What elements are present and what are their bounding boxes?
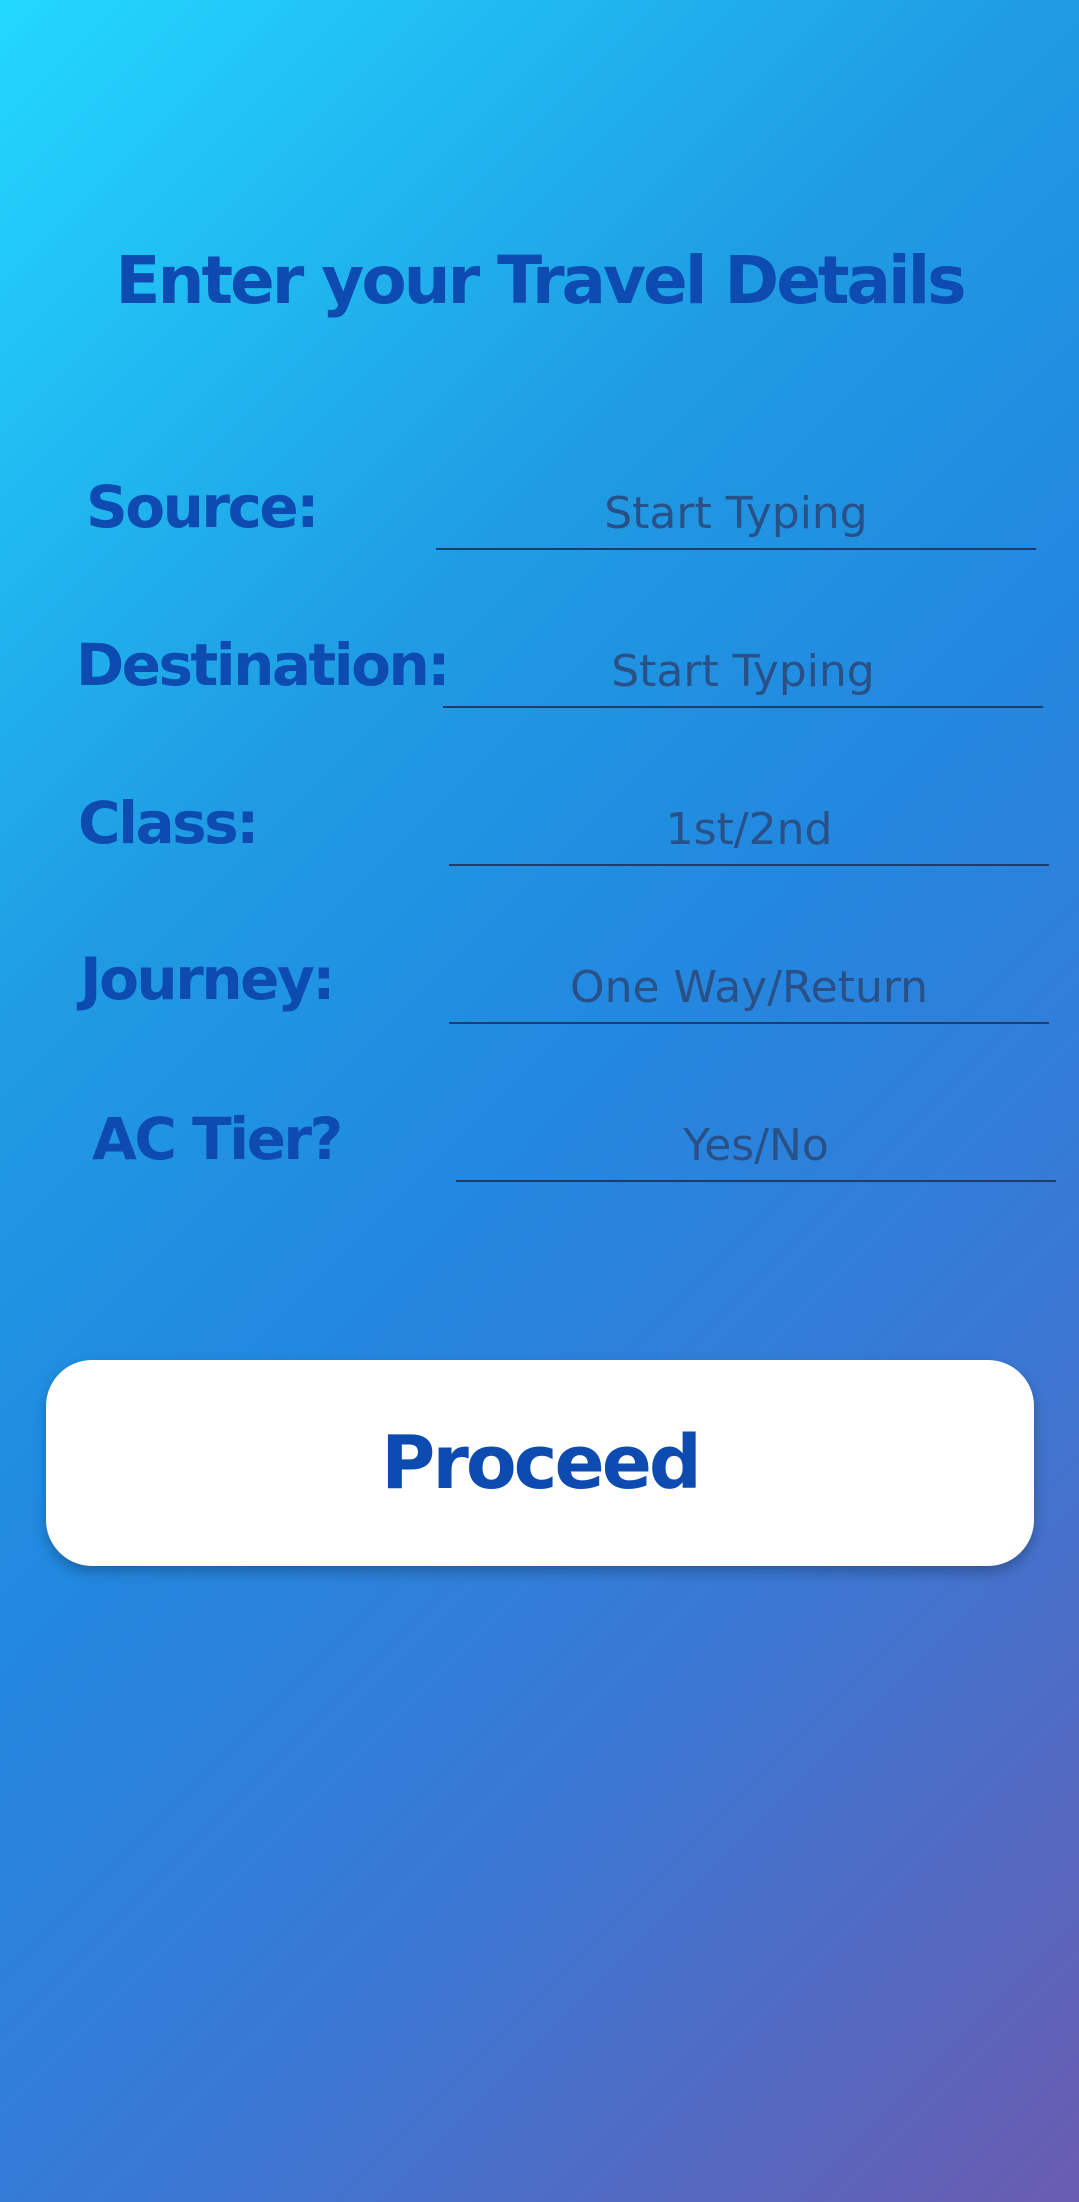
journey-field[interactable] bbox=[449, 952, 1049, 1024]
class-label: Class: bbox=[78, 789, 259, 857]
source-label: Source: bbox=[86, 473, 319, 541]
proceed-button[interactable]: Proceed bbox=[46, 1360, 1034, 1566]
journey-input[interactable] bbox=[449, 952, 1049, 1022]
class-input[interactable] bbox=[449, 794, 1049, 864]
ac-tier-field[interactable] bbox=[456, 1110, 1056, 1182]
source-input[interactable] bbox=[436, 478, 1036, 548]
ac-tier-input[interactable] bbox=[456, 1110, 1056, 1180]
page-title: Enter your Travel Details bbox=[115, 242, 966, 319]
class-field[interactable] bbox=[449, 794, 1049, 866]
source-field[interactable] bbox=[436, 478, 1036, 550]
destination-label: Destination: bbox=[76, 631, 450, 699]
journey-label: Journey: bbox=[80, 945, 335, 1013]
ac-tier-label: AC Tier? bbox=[92, 1105, 343, 1173]
destination-input[interactable] bbox=[443, 636, 1043, 706]
destination-field[interactable] bbox=[443, 636, 1043, 708]
